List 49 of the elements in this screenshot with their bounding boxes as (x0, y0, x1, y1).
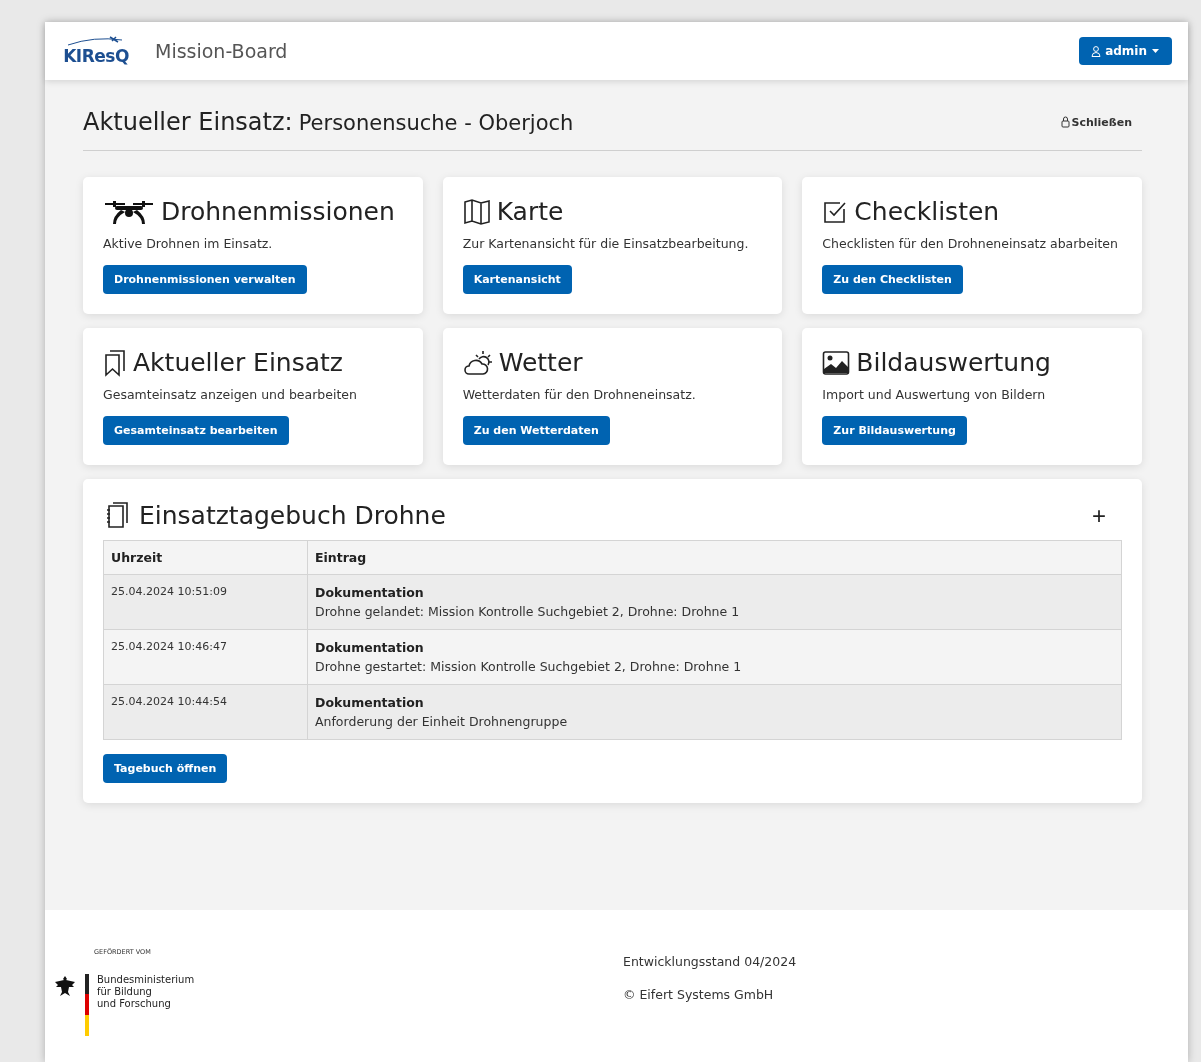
card-title: Karte (496, 197, 564, 226)
image-icon (822, 349, 851, 376)
journal-title: Einsatztagebuch Drohne (139, 501, 446, 530)
card-text: Checklisten für den Drohneneinsatz abarbeiten (822, 236, 1119, 251)
map-icon (462, 197, 491, 226)
card-text: Gesamteinsatz anzeigen und bearbeiten (103, 387, 358, 402)
card-title: Drohnenmissionen (161, 197, 395, 226)
entry-type: Dokumentation (315, 695, 425, 710)
time-cell: 25.04.2024 10:46:47 (103, 629, 308, 685)
entry-text: Anforderung der Einheit Drohnengruppe (315, 714, 568, 729)
card-button[interactable]: Zur Bildauswertung (822, 416, 967, 445)
user-icon (1091, 45, 1102, 57)
copyright-text: © Eifert Systems GmbH (623, 987, 775, 1002)
card-title: Aktueller Einsatz (133, 348, 343, 377)
card-button[interactable]: Gesamteinsatz bearbeiten (103, 416, 289, 445)
card-title: Wetter (498, 348, 583, 377)
eagle-icon (53, 974, 77, 998)
entry-text: Drohne gestartet: Mission Kontrolle Suchgebiet 2, Drohne: Drohne 1 (315, 659, 742, 674)
card-button[interactable]: Kartenansicht (462, 265, 572, 294)
entry-text: Drohne gelandet: Mission Kontrolle Suchgebiet 2, Drohne: Drohne 1 (315, 604, 740, 619)
time-cell: 25.04.2024 10:44:54 (103, 684, 308, 740)
card-title: Bildauswertung (856, 348, 1051, 377)
caret-icon (1151, 48, 1160, 54)
card-text: Import und Auswertung von Bildern (822, 387, 1047, 402)
app-title: Mission-Board (155, 40, 288, 62)
flag-stripe (85, 974, 89, 1036)
card-button[interactable]: Zu den Checklisten (822, 265, 963, 294)
column-header: Eintrag (307, 540, 1122, 575)
open-journal-button[interactable]: Tagebuch öffnen (103, 754, 228, 783)
bookmarks-icon (103, 348, 127, 377)
time-cell: 25.04.2024 10:51:09 (103, 574, 308, 630)
version-text: Entwicklungsstand 04/2024 (623, 954, 797, 969)
page-title: Aktueller Einsatz: Personensuche - Oberjoch (83, 108, 574, 136)
card-title: Checklisten (854, 197, 1000, 226)
user-menu-button[interactable]: admin (1079, 37, 1172, 65)
card-text: Wetterdaten für den Drohneneinsatz. (462, 387, 697, 402)
close-link[interactable]: Schließen (1060, 115, 1132, 129)
card-text: Aktive Drohnen im Einsatz. (103, 236, 274, 251)
entry-type: Dokumentation (315, 640, 425, 655)
card-text: Zur Kartenansicht für die Einsatzbearbeitung. (462, 236, 750, 251)
ministry-name: Bundesministerium für Bildung und Forschung (97, 974, 195, 1011)
card-button[interactable]: Zu den Wetterdaten (462, 416, 610, 445)
entry-type: Dokumentation (315, 585, 425, 600)
cloud-sun-icon (462, 348, 493, 377)
logo-text: KIResQ (63, 46, 129, 66)
card-button[interactable]: Drohnenmissionen verwalten (103, 265, 307, 294)
lock-icon (1060, 116, 1070, 128)
column-header: Uhrzeit (103, 540, 308, 575)
add-button[interactable]: + (1076, 501, 1122, 530)
